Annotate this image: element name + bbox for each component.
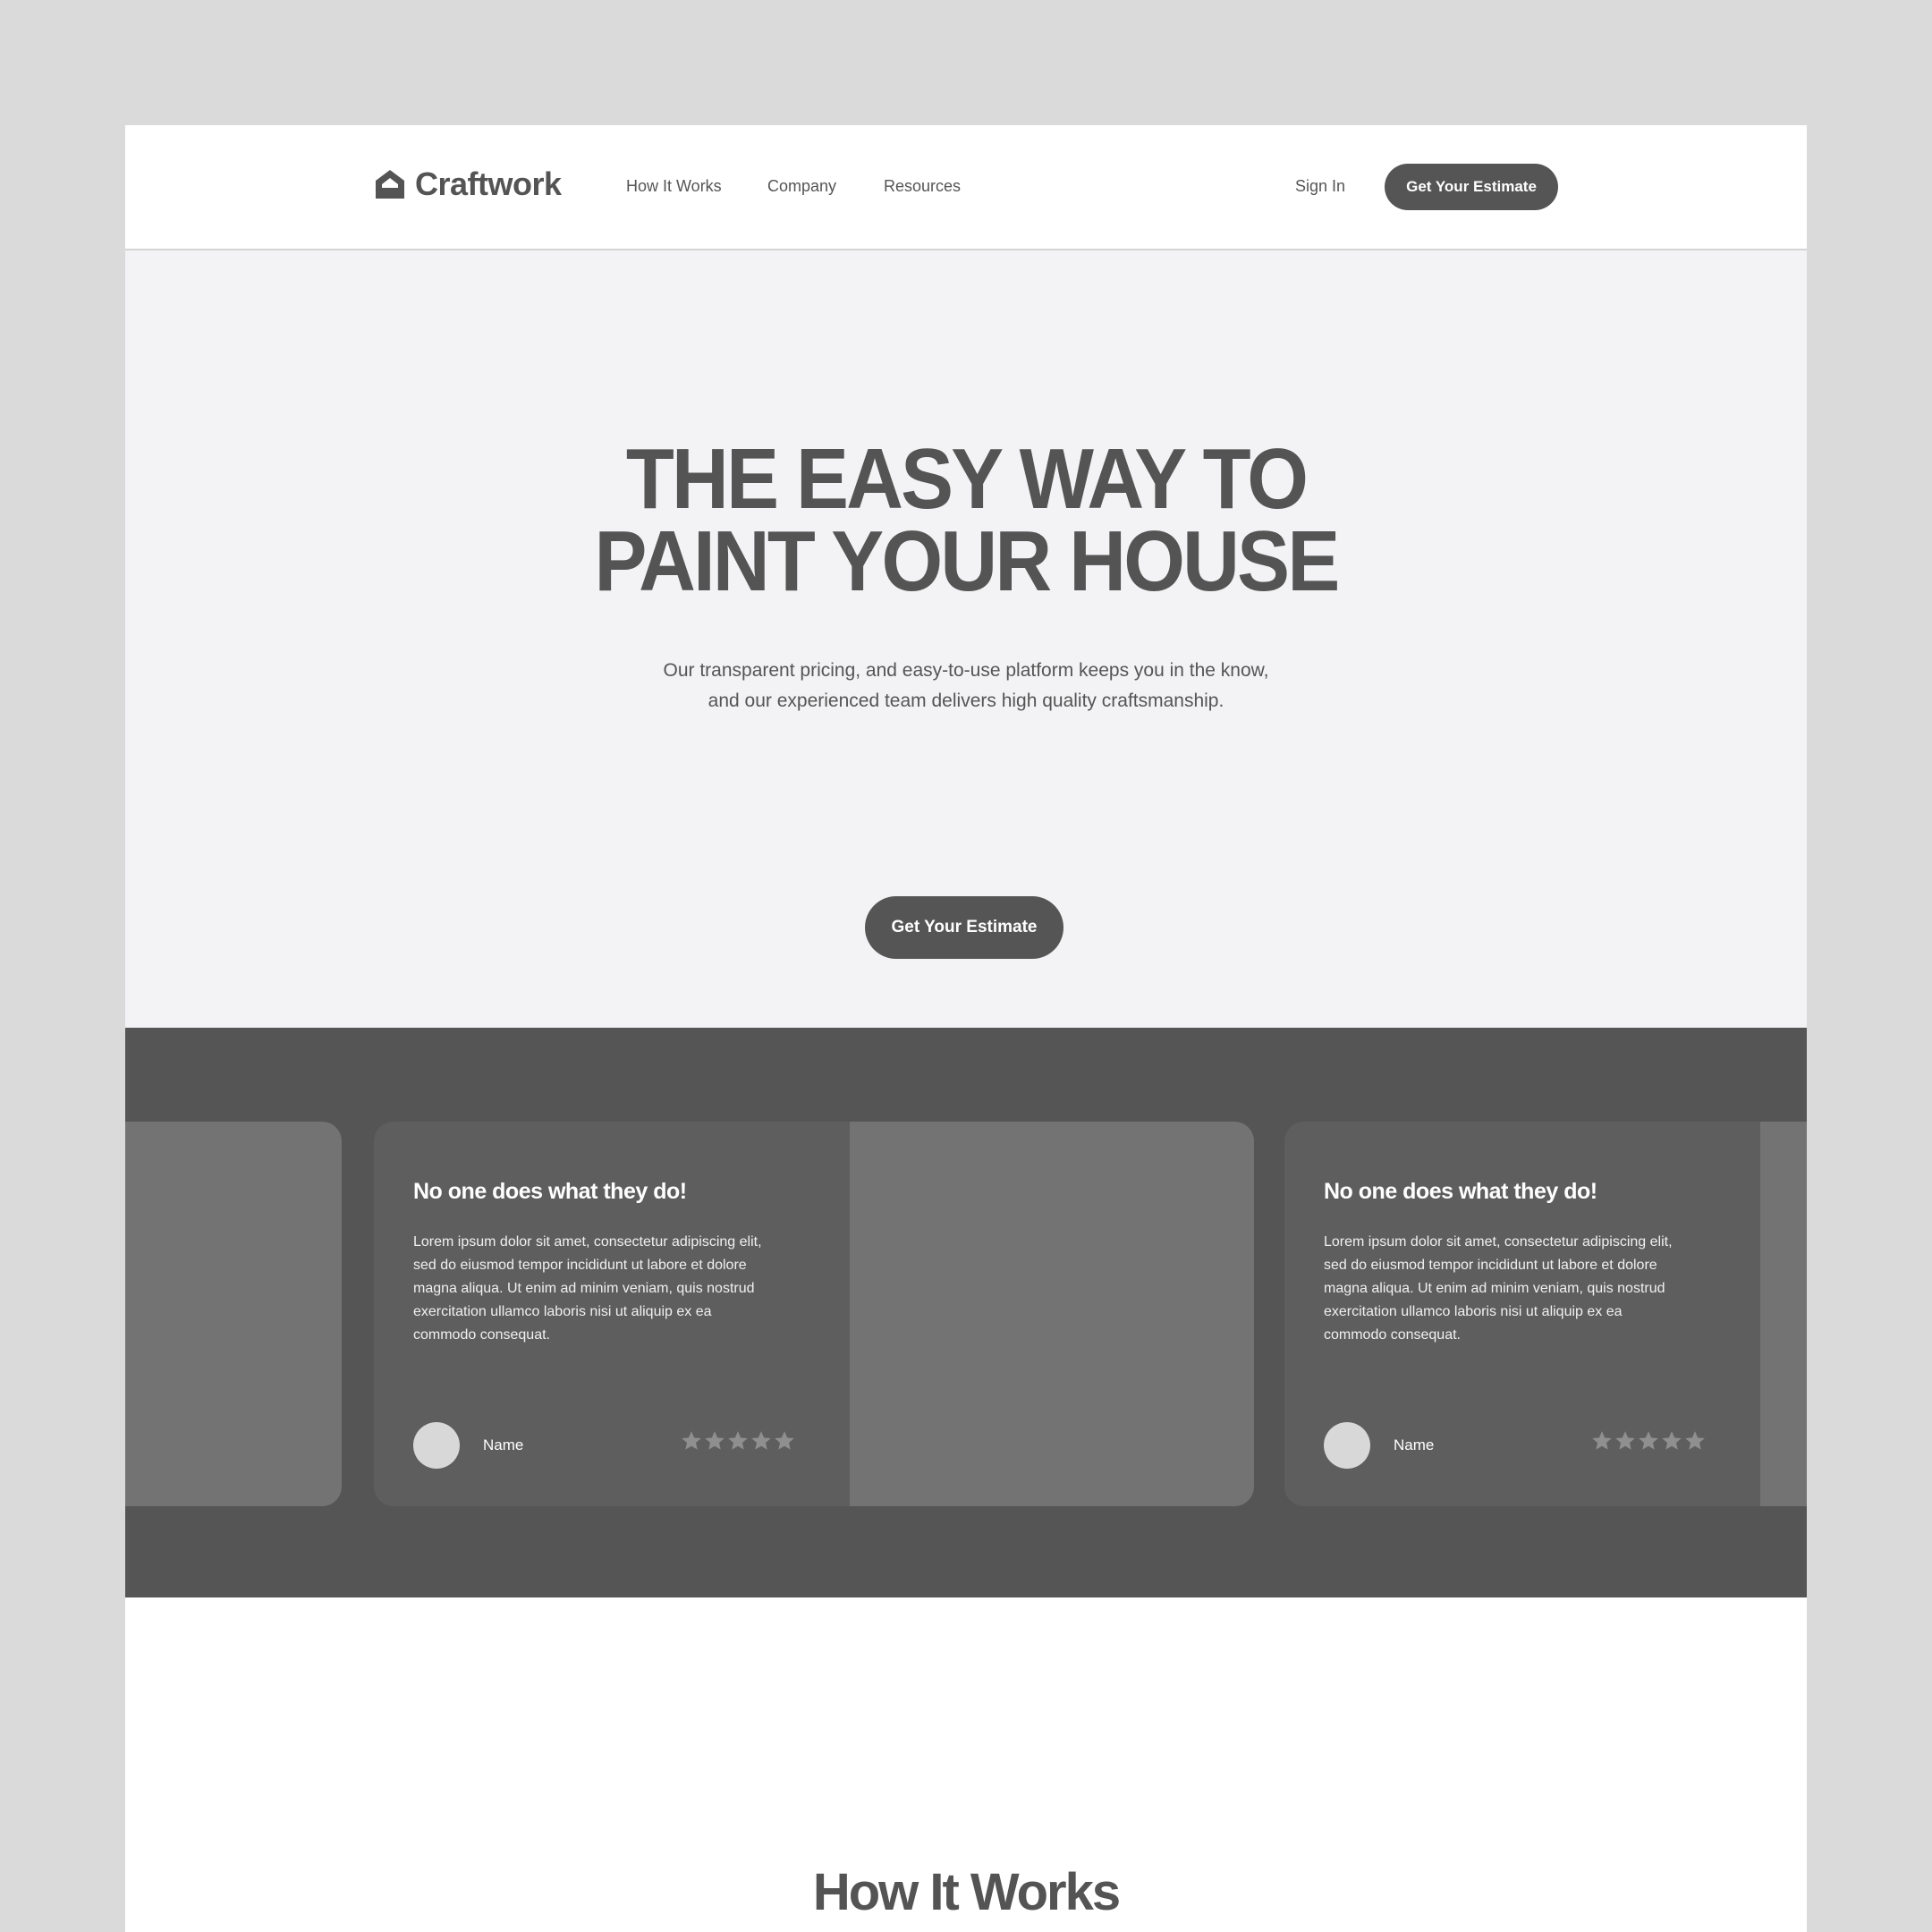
star-icon — [751, 1431, 771, 1450]
testimonial-card: No one does what they do! Lorem ipsum do… — [374, 1122, 1254, 1506]
testimonial-image-placeholder — [1760, 1122, 1807, 1506]
star-icon — [705, 1431, 724, 1450]
hero-section: THE EASY WAY TO PAINT YOUR HOUSE Our tra… — [125, 250, 1807, 1028]
avatar — [413, 1422, 460, 1469]
hero-get-estimate-button[interactable]: Get Your Estimate — [865, 896, 1063, 959]
hero-title-line: PAINT YOUR HOUSE — [594, 513, 1341, 609]
nav-link-company[interactable]: Company — [767, 177, 836, 196]
logo[interactable]: Craftwork — [374, 165, 562, 204]
testimonial-body: Lorem ipsum dolor sit amet, consectetur … — [413, 1234, 762, 1343]
star-icon — [1615, 1431, 1635, 1450]
hero-subtitle: Our transparent pricing, and easy-to-use… — [608, 656, 1324, 716]
page: Craftwork How It Works Company Resources… — [125, 125, 1807, 1932]
star-icon — [1685, 1431, 1705, 1450]
hero-title-line: THE EASY WAY TO — [625, 431, 1309, 527]
top-nav: Craftwork How It Works Company Resources… — [125, 125, 1807, 250]
star-icon — [728, 1431, 748, 1450]
sign-in-link[interactable]: Sign In — [1295, 177, 1345, 196]
star-icon — [682, 1431, 701, 1450]
how-it-works-heading: How It Works — [812, 1863, 1121, 1921]
star-rating — [680, 1429, 796, 1453]
testimonial-content: No one does what they do! Lorem ipsum do… — [374, 1122, 850, 1506]
testimonial-title: No one does what they do! — [413, 1179, 687, 1204]
avatar — [1324, 1422, 1370, 1469]
hero-title: THE EASY WAY TO PAINT YOUR HOUSE — [192, 431, 1740, 609]
nav-get-estimate-button[interactable]: Get Your Estimate — [1385, 164, 1558, 210]
house-logo-icon — [376, 170, 404, 199]
reviewer-name: Name — [1394, 1436, 1435, 1453]
brand-name: Craftwork — [415, 165, 562, 202]
star-icon — [775, 1431, 794, 1450]
nav-link-resources[interactable]: Resources — [884, 177, 961, 196]
testimonial-image-placeholder — [850, 1122, 1254, 1506]
testimonial-title: No one does what they do! — [1324, 1179, 1597, 1204]
testimonial-card: No one does what they do! Lorem ipsum do… — [1284, 1122, 1807, 1506]
carousel-image-placeholder — [125, 1122, 342, 1506]
star-icon — [1662, 1431, 1682, 1450]
star-icon — [1639, 1431, 1658, 1450]
star-icon — [1592, 1431, 1612, 1450]
reviewer-name: Name — [483, 1436, 524, 1453]
testimonial-body: Lorem ipsum dolor sit amet, consectetur … — [1324, 1234, 1673, 1343]
testimonials-carousel: No one does what they do! Lorem ipsum do… — [125, 1028, 1807, 1597]
star-rating — [1590, 1429, 1707, 1453]
nav-link-how-it-works[interactable]: How It Works — [626, 177, 722, 196]
hero-subtitle-line: Our transparent pricing, and easy-to-use… — [663, 660, 1269, 681]
hero-subtitle-line: and our experienced team delivers high q… — [708, 691, 1224, 711]
testimonial-content: No one does what they do! Lorem ipsum do… — [1284, 1122, 1760, 1506]
